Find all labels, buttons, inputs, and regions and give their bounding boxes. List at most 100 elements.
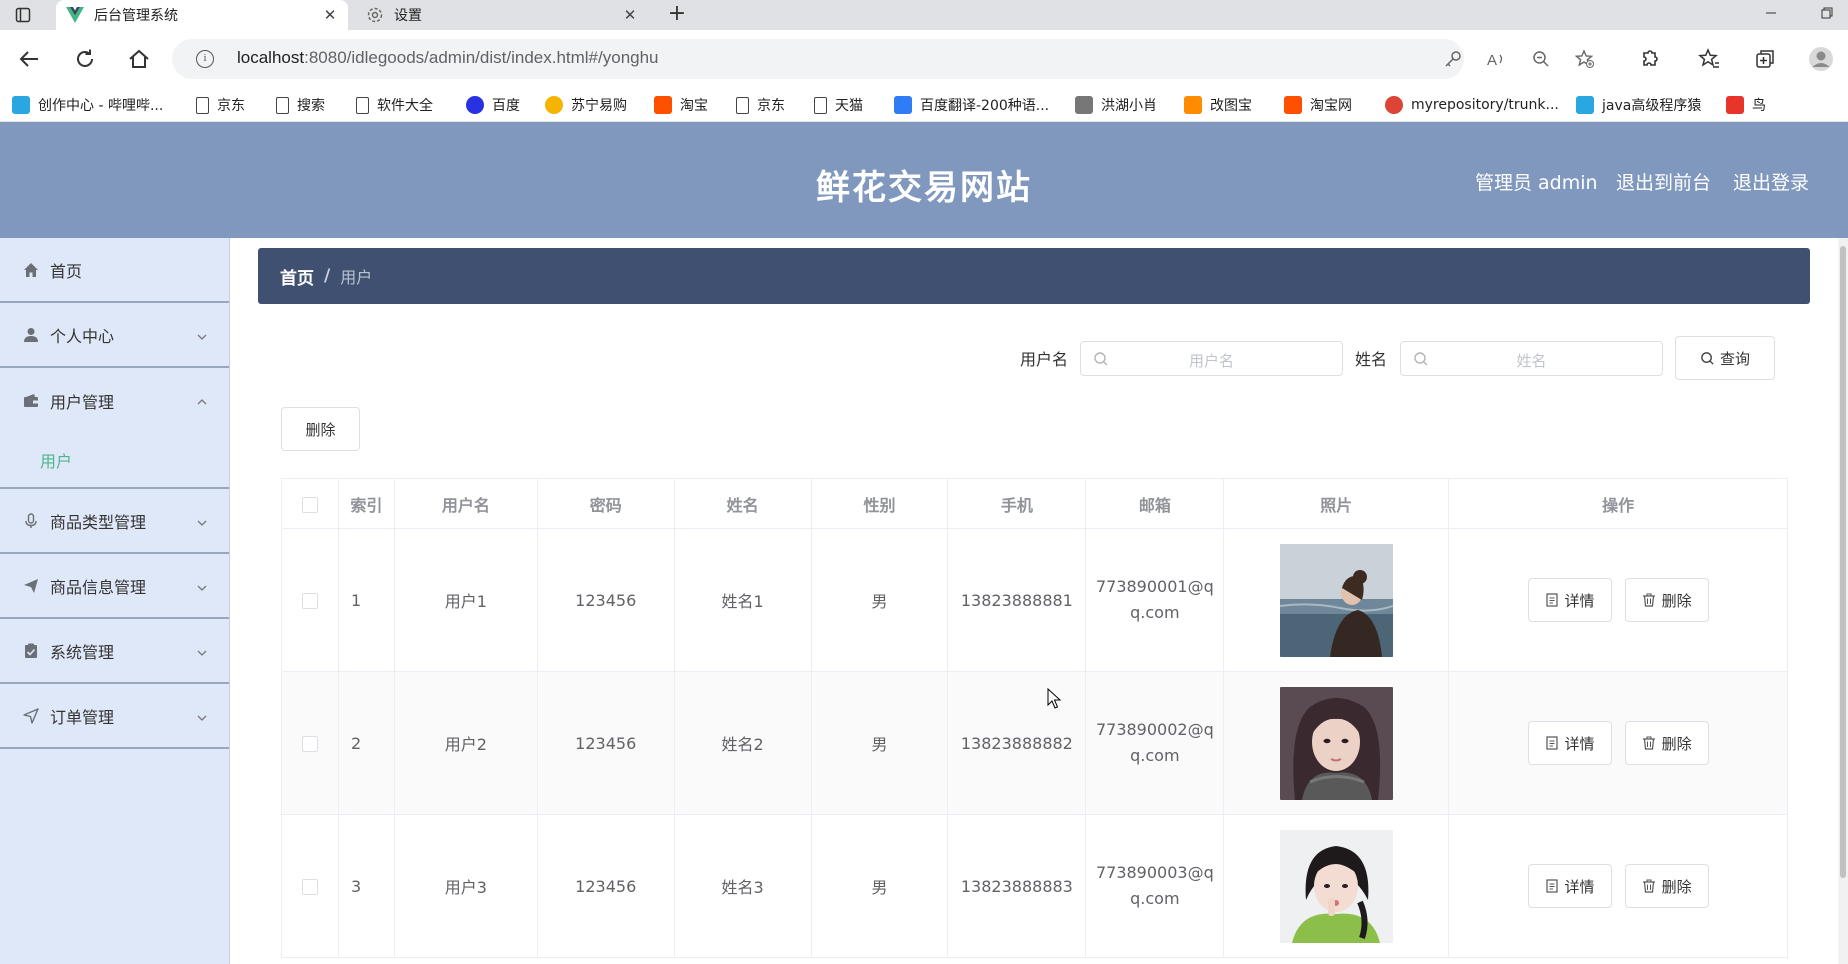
page-scrollbar[interactable] [1838, 238, 1848, 964]
cell-index: 2 [338, 671, 395, 815]
tab-admin[interactable]: 后台管理系统 ✕ [56, 0, 348, 30]
delete-button[interactable]: 删除 [1624, 864, 1709, 908]
bookmark-item[interactable]: 改图宝 [1184, 93, 1252, 117]
sidebar-item-user-management[interactable]: 用户管理 [0, 368, 229, 433]
cell-photo [1223, 528, 1450, 672]
close-icon[interactable]: ✕ [622, 6, 638, 24]
zoom-out-icon[interactable] [1530, 48, 1552, 70]
back-to-front-link[interactable]: 退出到前台 [1616, 168, 1711, 195]
collections-icon[interactable] [1750, 44, 1780, 74]
bookmark-label: 淘宝网 [1310, 98, 1352, 114]
sidebar-item-label: 系统管理 [50, 642, 115, 662]
bookmark-label: java高级程序猿 [1602, 98, 1702, 114]
cell-index: 3 [338, 814, 395, 958]
bookmark-item[interactable]: 京东 [736, 93, 785, 117]
column-header: 邮箱 [1085, 478, 1225, 529]
sidebar-item-goods-type[interactable]: 商品类型管理 [0, 489, 229, 554]
bookmark-item[interactable]: 苏宁易购 [545, 93, 627, 117]
bookmark-item[interactable]: 淘宝 [654, 93, 708, 117]
email-text: 773890003@qq.com [1095, 863, 1214, 908]
breadcrumb-current: 用户 [340, 268, 373, 287]
user-icon [22, 326, 40, 344]
chevron-down-icon [197, 708, 207, 721]
detail-button[interactable]: 详情 [1527, 578, 1612, 622]
url-bar[interactable]: i localhost:8080/idlegoods/admin/dist/in… [172, 39, 1594, 79]
logout-link[interactable]: 退出登录 [1733, 168, 1809, 195]
bookmark-label: 淘宝 [680, 98, 708, 114]
bookmark-item[interactable]: 搜索 [276, 93, 325, 117]
row-checkbox[interactable] [301, 593, 318, 609]
page-icon [196, 96, 209, 114]
address-toolbar: i localhost:8080/idlegoods/admin/dist/in… [0, 30, 1848, 88]
key-icon[interactable] [1442, 48, 1464, 70]
name-search-input[interactable]: 姓名 [1400, 341, 1663, 376]
row-checkbox[interactable] [301, 736, 318, 752]
extensions-icon[interactable] [1634, 44, 1664, 74]
back-icon[interactable] [14, 44, 44, 74]
bookmark-item[interactable]: 创作中心 - 哔哩哔... [12, 93, 163, 117]
sidebar-item-orders[interactable]: 订单管理 [0, 684, 229, 749]
home-icon[interactable] [124, 44, 154, 74]
sidebar-item-home[interactable]: 首页 [0, 238, 229, 303]
admin-label[interactable]: 管理员 admin [1475, 168, 1598, 195]
select-all-cell [281, 478, 339, 529]
batch-delete-label: 删除 [305, 420, 336, 439]
translate-icon [894, 96, 912, 114]
bookmark-label: 百度翻译-200种语... [920, 98, 1050, 114]
new-tab-button[interactable]: + [664, 2, 690, 28]
favorites-icon[interactable] [1694, 44, 1724, 74]
baidu-paw-icon [466, 96, 484, 114]
breadcrumb-home[interactable]: 首页 [280, 264, 314, 289]
email-text: 773890001@qq.com [1095, 577, 1214, 622]
delete-button[interactable]: 删除 [1624, 721, 1709, 765]
cell-email: 773890003@qq.com [1085, 814, 1225, 958]
cell-name: 姓名1 [674, 528, 812, 672]
username-search-input[interactable]: 用户名 [1080, 341, 1343, 376]
minimize-icon[interactable] [1760, 2, 1782, 24]
detail-button-label: 详情 [1564, 877, 1595, 896]
bookmark-label: 改图宝 [1210, 98, 1252, 114]
close-icon[interactable]: ✕ [322, 6, 338, 24]
bilibili-icon [1576, 96, 1594, 114]
bookmark-item[interactable]: myrepository/trunk... [1385, 93, 1559, 117]
delete-button-label: 删除 [1661, 734, 1692, 753]
bookmark-item[interactable]: 软件大全 [356, 93, 433, 117]
bookmark-item[interactable]: 京东 [196, 93, 245, 117]
favorite-add-icon[interactable] [1574, 48, 1596, 70]
batch-delete-button[interactable]: 删除 [281, 407, 360, 451]
trash-icon [1642, 879, 1656, 893]
bookmark-item[interactable]: 百度 [466, 93, 520, 117]
tab-settings[interactable]: 设置 ✕ [356, 0, 648, 30]
detail-button[interactable]: 详情 [1527, 721, 1612, 765]
detail-button[interactable]: 详情 [1527, 864, 1612, 908]
username-label: 用户名 [1020, 350, 1069, 369]
url-text[interactable]: localhost:8080/idlegoods/admin/dist/inde… [237, 48, 659, 68]
read-aloud-icon[interactable]: A [1486, 48, 1508, 70]
name-placeholder: 姓名 [1516, 352, 1547, 370]
sidebar-item-goods-info[interactable]: 商品信息管理 [0, 554, 229, 619]
profile-avatar-icon[interactable] [1806, 44, 1836, 74]
bookmark-label: 软件大全 [377, 98, 433, 114]
select-all-checkbox[interactable] [301, 496, 318, 513]
bookmark-item[interactable]: java高级程序猿 [1576, 93, 1701, 117]
info-icon[interactable]: i [196, 50, 214, 68]
bookmark-item[interactable]: 百度翻译-200种语... [894, 93, 1049, 117]
bookmark-item[interactable]: 淘宝网 [1284, 93, 1352, 117]
bookmark-item[interactable]: 天猫 [814, 93, 863, 117]
breadcrumb-separator: / [324, 266, 331, 286]
sidebar-subitem-user[interactable]: 用户 [0, 433, 229, 489]
bookmark-item[interactable]: 鸟 [1726, 93, 1766, 117]
query-button[interactable]: 查询 [1675, 336, 1775, 380]
tab-actions-icon[interactable] [12, 4, 34, 26]
cell-actions: 详情 删除 [1448, 814, 1788, 958]
cell-password: 123456 [537, 671, 675, 815]
refresh-icon[interactable] [70, 44, 100, 74]
delete-button[interactable]: 删除 [1624, 578, 1709, 622]
scrollbar-thumb[interactable] [1840, 246, 1846, 878]
restore-icon[interactable] [1816, 2, 1838, 24]
microphone-icon [22, 512, 40, 530]
row-checkbox[interactable] [301, 879, 318, 895]
bookmark-item[interactable]: 洪湖小肖 [1075, 93, 1157, 117]
sidebar-item-system[interactable]: 系统管理 [0, 619, 229, 684]
sidebar-item-personal-center[interactable]: 个人中心 [0, 303, 229, 368]
